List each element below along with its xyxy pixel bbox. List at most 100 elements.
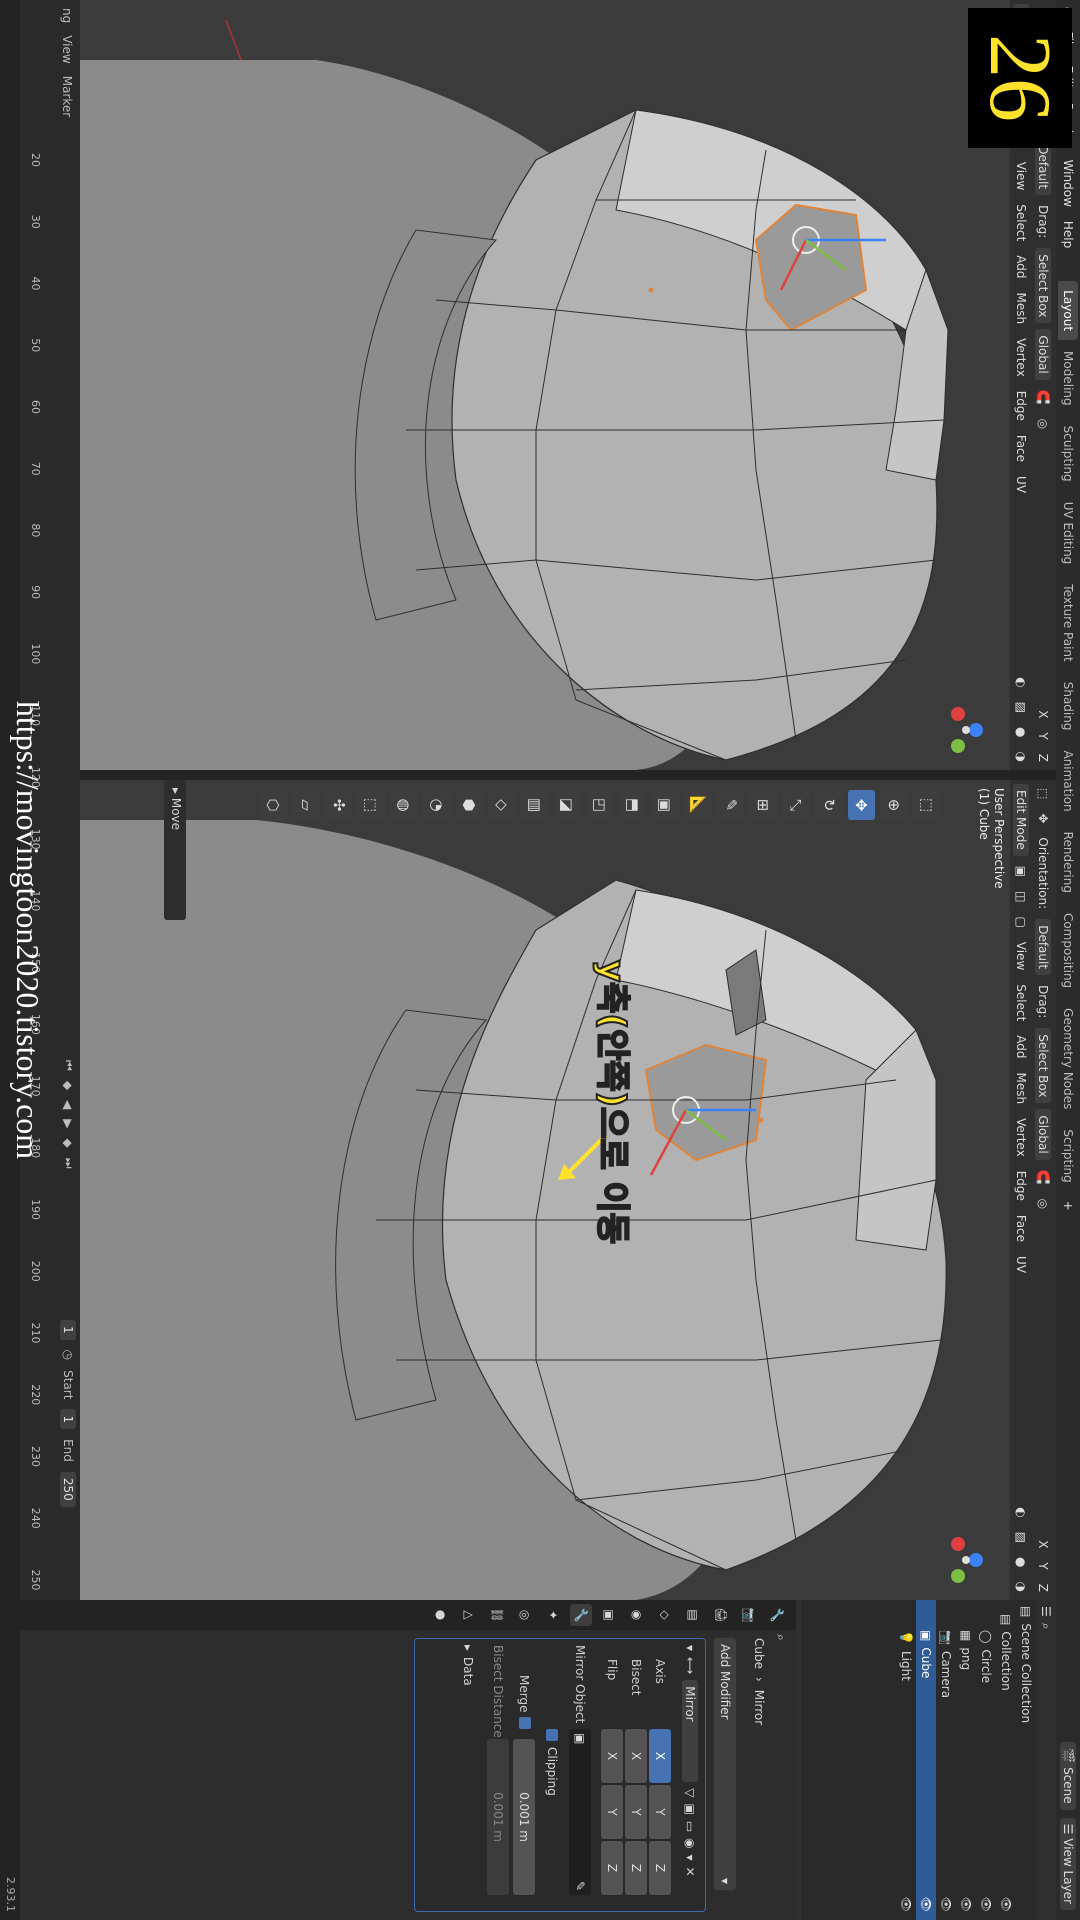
outliner-filter-icon[interactable]: ☰	[1039, 1606, 1053, 1617]
workspace-tab-compositing[interactable]: Compositing	[1058, 904, 1078, 997]
axis-z-button[interactable]: Z	[649, 1841, 671, 1895]
drag-dropdown-right[interactable]: Select Box	[1035, 1028, 1051, 1104]
axis-z-toggle[interactable]: Z	[1035, 750, 1051, 766]
mode-dropdown-right[interactable]: Edit Mode	[1013, 784, 1029, 856]
smooth-tool-icon[interactable]: ◍	[390, 790, 418, 820]
measure-tool-icon[interactable]: 📐	[684, 790, 712, 820]
physics-tab-icon[interactable]: ◎	[514, 1604, 536, 1626]
scene-selector[interactable]: 🎬 Scene	[1060, 1742, 1076, 1810]
select-tool-icon-right[interactable]: ⬚	[1035, 784, 1051, 803]
remove-modifier-icon[interactable]: ✕	[683, 1867, 697, 1877]
menu-uv-right[interactable]: UV	[1013, 1252, 1029, 1277]
outliner[interactable]: ☰ ⌕ ▤ Scene Collection ▤ Collection 👁 ◯ Circ…	[801, 1600, 1056, 1920]
menu-window[interactable]: Window	[1061, 153, 1075, 214]
view-layer-selector[interactable]: ☰ View Layer	[1060, 1817, 1076, 1910]
visibility-eye-icon[interactable]: 👁	[899, 1897, 913, 1920]
shading-solid-icon-right[interactable]: ●	[1013, 1553, 1029, 1571]
merge-checkbox[interactable]	[519, 1717, 531, 1729]
shading-material-icon-right[interactable]: ◑	[1013, 1578, 1029, 1596]
output-tab-icon[interactable]: 🖨	[710, 1604, 732, 1626]
menu-help[interactable]: Help	[1061, 214, 1075, 255]
menu-select[interactable]: Select	[1013, 200, 1029, 245]
cursor-tool-icon[interactable]: ⊕	[880, 790, 908, 820]
workspace-tab-shading[interactable]: Shading	[1058, 673, 1078, 740]
menu-face[interactable]: Face	[1013, 431, 1029, 466]
scale-tool-icon[interactable]: ⤡	[782, 790, 810, 820]
render-tab-icon[interactable]: 📷	[738, 1604, 760, 1626]
extrude-tool-icon[interactable]: ⬒	[619, 790, 646, 820]
object-tab-icon[interactable]: ▣	[598, 1604, 620, 1626]
rotate-tool-icon[interactable]: ↻	[815, 790, 842, 820]
shading-material-icon[interactable]: ◑	[1013, 748, 1029, 766]
modifier-tab-icon[interactable]: 🔧	[570, 1604, 592, 1626]
workspace-tab-uv-editing[interactable]: UV Editing	[1058, 493, 1078, 574]
axis-y-button[interactable]: Y	[649, 1785, 671, 1839]
merge-distance-field[interactable]: 0.001 m	[513, 1739, 535, 1895]
particles-tab-icon[interactable]: ✦	[542, 1604, 564, 1626]
viewport-toggle-icon[interactable]: ▭	[683, 1821, 697, 1832]
navigation-gizmo-left[interactable]	[936, 700, 996, 760]
eyedropper-icon[interactable]: ✎	[573, 1881, 587, 1895]
menu-mesh-right[interactable]: Mesh	[1013, 1069, 1029, 1109]
menu-uv[interactable]: UV	[1013, 472, 1029, 497]
bisect-distance-field[interactable]: 0.001 m	[487, 1739, 509, 1895]
proportional-edit-icon-right[interactable]: ◎	[1035, 1195, 1051, 1213]
shading-solid-icon[interactable]: ●	[1013, 723, 1029, 741]
workspace-tab-sculpting[interactable]: Sculpting	[1058, 417, 1078, 491]
workspace-tab-layout[interactable]: Layout	[1058, 281, 1078, 341]
axis-y-toggle-right[interactable]: Y	[1035, 1558, 1051, 1573]
modifier-name-field[interactable]: Mirror	[682, 1680, 698, 1783]
viewport-left[interactable]: ⬚ ✥ Orientation: Default Drag: Select Bo…	[80, 0, 1056, 770]
add-cube-tool-icon[interactable]: ▣	[651, 790, 679, 820]
snap-icon-right[interactable]: 🧲	[1035, 1166, 1051, 1189]
snap-icon[interactable]: 🧲	[1035, 386, 1051, 409]
tool-tab-icon[interactable]: 🔧	[766, 1604, 788, 1626]
flip-x-button[interactable]: X	[601, 1729, 623, 1783]
visibility-eye-icon[interactable]: 👁	[919, 1897, 933, 1920]
visibility-eye-icon[interactable]: 👁	[999, 1897, 1013, 1920]
current-frame-field[interactable]: 1	[60, 1320, 76, 1340]
shrink-fatten-tool-icon[interactable]: ✣	[325, 790, 352, 820]
knife-tool-icon[interactable]: ◇	[488, 790, 516, 820]
timeline-menu-playback[interactable]: ng	[60, 8, 74, 23]
jump-start-icon[interactable]: ⏮	[61, 1060, 76, 1071]
xray-icon[interactable]: ▨	[1013, 698, 1029, 717]
play-icon[interactable]: ▶	[62, 1119, 76, 1128]
outliner-item-collection[interactable]: ▤ Collection 👁	[996, 1600, 1016, 1920]
proportional-edit-icon[interactable]: ◎	[1035, 415, 1051, 433]
clipping-checkbox[interactable]	[546, 1729, 558, 1741]
select-box-tool-icon[interactable]: ⬚	[913, 790, 940, 820]
render-toggle-icon[interactable]: ◉	[683, 1838, 697, 1848]
constraints-tab-icon[interactable]: ⛓	[486, 1604, 508, 1626]
workspace-tab-texture-paint[interactable]: Texture Paint	[1058, 575, 1078, 670]
start-frame-field[interactable]: 1	[60, 1409, 76, 1430]
outliner-item-light[interactable]: 💡 Light 👁	[896, 1600, 916, 1920]
edge-select-icon-right[interactable]: ◫	[1013, 887, 1029, 906]
menu-edge-right[interactable]: Edge	[1013, 1167, 1029, 1205]
inset-tool-icon[interactable]: ◰	[586, 790, 614, 820]
menu-vertex[interactable]: Vertex	[1013, 334, 1029, 381]
workspace-tab-animation[interactable]: Animation	[1058, 741, 1078, 820]
workspace-tab-modeling[interactable]: Modeling	[1058, 342, 1078, 415]
menu-add[interactable]: Add	[1013, 251, 1029, 282]
viewport-right[interactable]: y축(안쪽)으로 이동 ⬚ ✥ Orientation: Default Dra…	[80, 780, 1056, 1600]
visibility-eye-icon[interactable]: 👁	[959, 1897, 973, 1920]
next-keyframe-icon[interactable]: ◆	[62, 1139, 76, 1148]
flip-y-button[interactable]: Y	[601, 1785, 623, 1839]
outliner-scene-collection[interactable]: ▤ Scene Collection	[1016, 1600, 1036, 1920]
dropdown-icon[interactable]: ▾	[683, 1855, 697, 1861]
axis-x-button[interactable]: X	[649, 1729, 671, 1783]
move-tool-icon[interactable]: ✥	[847, 790, 875, 820]
shear-tool-icon[interactable]: ▱	[292, 790, 320, 820]
data-tab-icon[interactable]: △	[458, 1604, 480, 1626]
collapse-icon[interactable]: ▾	[683, 1645, 697, 1651]
timeline-menu-marker[interactable]: Marker	[60, 76, 74, 117]
drag-dropdown[interactable]: Select Box	[1035, 248, 1051, 324]
face-select-icon-right[interactable]: ▢	[1013, 912, 1029, 931]
add-workspace-button[interactable]: +	[1061, 1194, 1075, 1218]
play-reverse-icon[interactable]: ◀	[62, 1100, 76, 1109]
workspace-tab-geometry-nodes[interactable]: Geometry Nodes	[1058, 999, 1078, 1118]
vertex-select-icon-right[interactable]: ▣	[1013, 862, 1029, 881]
transform-tool-icon[interactable]: ⊞	[749, 790, 777, 820]
loop-cut-tool-icon[interactable]: ▥	[521, 790, 548, 820]
